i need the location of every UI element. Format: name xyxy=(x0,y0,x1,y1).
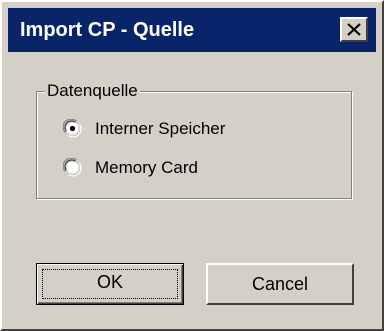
data-source-group: Datenquelle Interner Speicher Memory Car… xyxy=(36,81,352,199)
radio-unselected-icon[interactable] xyxy=(63,158,82,177)
ok-button[interactable]: OK xyxy=(36,263,184,305)
title-bar[interactable]: Import CP - Quelle xyxy=(8,8,376,52)
radio-label-internal-memory: Interner Speicher xyxy=(95,119,226,138)
import-dialog: Import CP - Quelle Datenquelle Interner … xyxy=(0,0,384,331)
close-icon xyxy=(347,23,361,36)
cancel-button-label: Cancel xyxy=(251,274,309,294)
close-button[interactable] xyxy=(340,17,368,42)
radio-label-memory-card: Memory Card xyxy=(95,158,198,177)
ok-button-label: OK xyxy=(96,272,123,292)
cancel-button[interactable]: Cancel xyxy=(206,263,354,305)
dialog-title: Import CP - Quelle xyxy=(20,19,195,41)
group-legend: Datenquelle xyxy=(45,81,140,101)
radio-selected-icon[interactable] xyxy=(63,119,82,138)
